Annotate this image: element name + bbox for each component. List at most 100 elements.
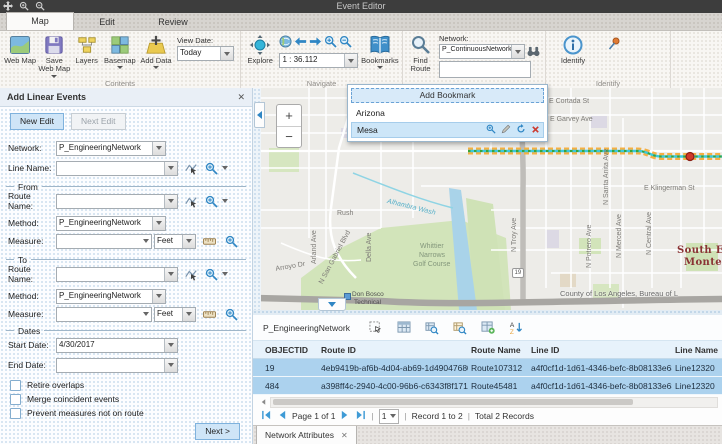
dropdown-button[interactable] [220, 47, 233, 60]
zoom-out-map-icon[interactable] [339, 35, 352, 50]
dropdown-button[interactable] [164, 195, 177, 208]
zoom-options-caret[interactable] [222, 199, 228, 203]
scroll-left-arrow[interactable] [259, 398, 268, 407]
table-options-icon[interactable] [397, 320, 412, 335]
pan-to-selected-icon[interactable] [453, 320, 468, 335]
back-arrow-icon[interactable] [294, 35, 307, 50]
zoom-to-measure-icon[interactable] [223, 234, 239, 249]
web-map-button[interactable]: Web Map [3, 33, 37, 65]
map-scale-select[interactable]: 1 : 36.112 [279, 53, 357, 68]
prev-page-button[interactable] [277, 410, 287, 422]
explore-button[interactable]: Explore [244, 33, 276, 65]
from-route-name-field[interactable] [56, 194, 178, 209]
dropdown-button[interactable] [182, 235, 195, 248]
basemap-button[interactable]: Basemap [102, 33, 138, 69]
identify-button[interactable]: Identify [553, 33, 593, 65]
table-row[interactable]: 484a398ff4c-2940-4c00-96b6-c6343f8f1711R… [253, 377, 722, 395]
zoom-to-route-icon[interactable] [203, 194, 219, 209]
dropdown-button[interactable] [152, 217, 165, 230]
scrollbar-thumb[interactable] [273, 399, 633, 405]
next-page-button[interactable] [340, 410, 350, 422]
last-page-button[interactable] [355, 410, 366, 422]
dropdown-button[interactable] [511, 45, 524, 58]
save-web-map-button[interactable]: Save Web Map [37, 33, 71, 78]
zoom-to-measure-icon[interactable] [223, 307, 239, 322]
network-select[interactable]: P_ContinuousNetwork [439, 44, 525, 59]
page-select[interactable]: 1 [379, 409, 400, 424]
select-records-icon[interactable] [369, 320, 384, 335]
dropdown-button[interactable] [164, 268, 177, 281]
next-edit-button[interactable]: Next Edit [71, 113, 126, 130]
zoom-in-map-icon[interactable] [324, 35, 337, 50]
layers-button[interactable]: Layers [71, 33, 101, 65]
checkbox-0[interactable] [10, 380, 21, 391]
zoom-to-line-icon[interactable] [203, 161, 219, 176]
dropdown-button[interactable] [182, 308, 195, 321]
bookmark-item-arizona[interactable]: Arizona [351, 105, 544, 120]
column-header-2[interactable]: Route Name [468, 345, 528, 355]
end-date-field[interactable] [56, 358, 178, 373]
close-icon[interactable]: ✕ [237, 92, 245, 103]
zoom-to-bookmark-icon[interactable] [486, 124, 496, 136]
bookmark-item-mesa[interactable]: Mesa [351, 122, 544, 138]
dropdown-button[interactable] [344, 54, 357, 67]
column-header-3[interactable]: Line ID [528, 345, 672, 355]
column-header-1[interactable]: Route ID [318, 345, 468, 355]
delete-bookmark-icon[interactable] [531, 125, 540, 136]
dropdown-button[interactable] [164, 339, 177, 352]
network-field[interactable]: P_EngineeringNetwork [56, 141, 166, 156]
checkbox-2[interactable] [10, 408, 21, 419]
next-button[interactable]: Next > [195, 423, 240, 440]
zoom-options-caret[interactable] [222, 166, 228, 170]
from-measure-unit-select[interactable]: Feet [154, 234, 196, 249]
map-zoom-out-button[interactable]: − [277, 127, 301, 148]
dropdown-button[interactable] [164, 162, 177, 175]
measure-on-map-icon[interactable] [201, 234, 217, 249]
route-input[interactable] [439, 61, 531, 78]
bookmarks-button[interactable]: Bookmarks [361, 33, 399, 69]
view-date-select[interactable]: Today [177, 46, 234, 61]
column-header-4[interactable]: Line Name [672, 345, 722, 355]
horizontal-scrollbar[interactable] [259, 397, 718, 407]
refresh-table-icon[interactable] [481, 320, 496, 335]
collapse-bottom-handle[interactable] [318, 298, 346, 311]
edit-bookmark-icon[interactable] [501, 124, 511, 136]
refresh-bookmark-icon[interactable] [516, 124, 526, 136]
binoculars-icon[interactable] [527, 45, 540, 59]
to-method-field[interactable]: P_EngineeringNetwork [56, 289, 166, 304]
column-header-0[interactable]: OBJECTID [262, 345, 318, 355]
dropdown-button[interactable] [152, 142, 165, 155]
tab-review[interactable]: Review [140, 14, 206, 30]
select-route-on-map-icon[interactable] [183, 267, 199, 282]
collapse-left-handle[interactable] [254, 102, 265, 128]
first-page-button[interactable] [261, 410, 272, 422]
dropdown-button[interactable] [152, 290, 165, 303]
new-edit-button[interactable]: New Edit [10, 113, 64, 130]
line-name-field[interactable] [56, 161, 178, 176]
tab-map[interactable]: Map [6, 12, 74, 30]
sort-icon[interactable]: AZ [509, 320, 524, 335]
pushpin-icon[interactable] [607, 37, 621, 53]
tab-network-attributes[interactable]: Network Attributes ✕ [256, 426, 357, 444]
to-measure-unit-select[interactable]: Feet [154, 307, 196, 322]
zoom-to-route-icon[interactable] [203, 267, 219, 282]
add-data-button[interactable]: Add Data [138, 33, 174, 69]
to-route-name-field[interactable] [56, 267, 178, 282]
globe-icon[interactable] [279, 35, 292, 50]
from-measure-field[interactable] [56, 234, 152, 249]
select-line-on-map-icon[interactable] [183, 161, 199, 176]
map-zoom-in-button[interactable]: + [277, 105, 301, 127]
start-date-field[interactable]: 4/30/2017 [56, 338, 178, 353]
select-route-on-map-icon[interactable] [183, 194, 199, 209]
from-method-field[interactable]: P_EngineeringNetwork [56, 216, 166, 231]
to-measure-field[interactable] [56, 307, 152, 322]
forward-arrow-icon[interactable] [309, 35, 322, 50]
close-tab-icon[interactable]: ✕ [341, 431, 348, 440]
find-route-button[interactable]: Find Route [406, 33, 435, 74]
add-bookmark-button[interactable]: Add Bookmark [351, 88, 544, 103]
measure-on-map-icon[interactable] [201, 307, 217, 322]
zoom-to-selected-icon[interactable] [425, 320, 440, 335]
zoom-options-caret[interactable] [222, 272, 228, 276]
table-row[interactable]: 194eb9419b-af6b-4d04-ab69-1d490476802bRo… [253, 359, 722, 377]
tab-edit[interactable]: Edit [74, 14, 140, 30]
